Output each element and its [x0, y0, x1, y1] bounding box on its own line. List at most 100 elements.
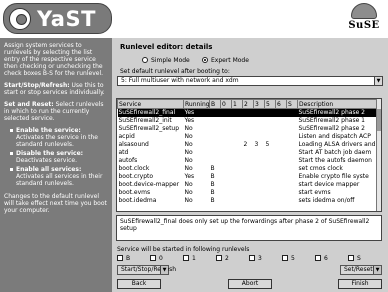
column-header[interactable]: 0	[220, 99, 232, 109]
table-row[interactable]: SuSEfirewall2_init Yes SuSEfirewall2 phase…	[118, 117, 380, 125]
dialog-title: Runlevel editor: details	[120, 43, 213, 51]
table-cell: SuSEfirewall2_init	[118, 117, 172, 124]
table-cell	[254, 125, 265, 133]
expert-mode-radio-button[interactable]	[202, 57, 208, 63]
table-cell	[276, 181, 287, 189]
table-row[interactable]: acpid No Listen and dispatch ACP	[118, 133, 380, 141]
table-cell	[242, 108, 254, 117]
table-cell	[265, 197, 276, 205]
help-list-item: Disable the service: Deactivates service.	[10, 150, 109, 164]
default-runlevel-select[interactable]: 5: Full multiuser with network and xdm ▼	[117, 76, 383, 86]
column-header[interactable]: 3	[253, 99, 265, 109]
table-cell	[287, 189, 298, 197]
table-cell	[220, 108, 232, 117]
table-cell	[243, 149, 254, 157]
checkbox-label: 1	[192, 254, 196, 262]
chevron-down-icon[interactable]: ▼	[374, 77, 382, 85]
table-row[interactable]: SuSEfirewall2_final Yes SuSEfirewall2 phas…	[117, 108, 380, 117]
table-cell	[287, 141, 298, 149]
column-header[interactable]: 5	[264, 99, 276, 109]
table-row[interactable]: boot.device-mapper No Bstart device mapper	[118, 181, 380, 189]
table-row[interactable]: boot.crypto Yes B Enable crypto file syste	[118, 173, 380, 181]
checkbox[interactable]	[348, 255, 354, 261]
checkbox[interactable]	[117, 255, 123, 261]
table-cell	[243, 197, 254, 205]
table-cell: alsasound	[118, 141, 149, 148]
column-header[interactable]: 2	[242, 99, 254, 109]
table-cell	[265, 181, 276, 189]
column-header[interactable]: 1	[231, 99, 243, 109]
table-cell	[287, 117, 298, 125]
runlevel-checkbox-2[interactable]: 2	[216, 254, 229, 262]
checkbox[interactable]	[282, 255, 288, 261]
checkbox[interactable]	[249, 255, 255, 261]
table-row[interactable]: boot.idedma No Bsets idedma on/off	[118, 197, 380, 205]
simple-mode-radio-button[interactable]	[142, 57, 148, 63]
simple-mode-radio[interactable]: Simple Mode	[142, 56, 190, 64]
table-cell: start device mapper	[298, 181, 360, 188]
table-cell	[275, 108, 287, 117]
expert-mode-radio[interactable]: Expert Mode	[202, 56, 249, 64]
table-row[interactable]: autofs No Start the autofs daemon	[118, 157, 380, 165]
table-cell	[253, 108, 265, 117]
runlevel-checkbox-3[interactable]: 3	[249, 254, 262, 262]
table-scrollbar[interactable]	[376, 99, 381, 211]
table-cell	[276, 117, 287, 125]
table-cell: SuSEfirewall2_final	[117, 108, 184, 117]
checkbox[interactable]	[183, 255, 189, 261]
table-cell: No	[184, 189, 193, 196]
set-reset-menu-button[interactable]: Set/Reset ▼	[340, 265, 382, 275]
banner: YaST SuSE	[0, 0, 388, 38]
column-header[interactable]: Service	[117, 99, 184, 109]
column-header[interactable]: Description	[297, 99, 380, 109]
table-cell	[276, 189, 287, 197]
help-intro: Assign system services to runlevels by s…	[4, 42, 104, 77]
table-cell	[243, 181, 254, 189]
checkbox-label: S	[357, 254, 361, 262]
runlevel-checkbox-6[interactable]: 6	[315, 254, 328, 262]
table-cell	[232, 189, 243, 197]
back-button[interactable]: Back	[117, 279, 161, 289]
table-row[interactable]: atd No Start AT batch job daem	[118, 149, 380, 157]
help-item-head: Enable the service:	[16, 127, 81, 134]
table-row[interactable]: boot.clock No Bset cmos clock	[118, 165, 380, 173]
table-row[interactable]: SuSEfirewall2_setup No SuSEfirewall2 phase…	[118, 125, 380, 133]
help-start-stop: Start/Stop/Refresh: Use this to start or…	[4, 82, 109, 96]
runlevel-checkbox-1[interactable]: 1	[183, 254, 196, 262]
checkbox[interactable]	[315, 255, 321, 261]
table-cell	[221, 117, 232, 125]
table-cell: sets idedma on/off	[298, 197, 355, 204]
scrollbar-thumb[interactable]	[377, 109, 381, 131]
table-cell: No	[184, 197, 193, 204]
table-cell	[232, 117, 243, 125]
table-cell	[254, 149, 265, 157]
abort-button[interactable]: Abort	[228, 279, 272, 289]
checkbox[interactable]	[216, 255, 222, 261]
table-cell: B	[210, 197, 215, 204]
table-cell: boot.idedma	[118, 197, 157, 204]
chevron-down-icon[interactable]: ▼	[373, 266, 381, 274]
finish-button[interactable]: Finish	[338, 279, 382, 289]
chevron-down-icon[interactable]: ▼	[160, 266, 168, 274]
checkbox[interactable]	[150, 255, 156, 261]
runlevel-checkbox-0[interactable]: 0	[150, 254, 163, 262]
table-cell: Listen and dispatch ACP	[298, 133, 371, 140]
table-cell: Loading ALSA drivers and	[298, 141, 376, 148]
table-row[interactable]: alsasound No 2 3 5 Loading ALSA drivers and	[118, 141, 380, 149]
table-cell	[254, 133, 265, 141]
column-header[interactable]: S	[286, 99, 298, 109]
table-row[interactable]: boot.evms No Bstart evms	[118, 189, 380, 197]
table-cell	[276, 197, 287, 205]
table-cell	[221, 141, 232, 149]
simple-mode-label: Simple Mode	[151, 56, 190, 64]
start-stop-menu-button[interactable]: Start/Stop/Refresh ▼	[117, 265, 176, 275]
services-table[interactable]: Service Running B 0 1 2 3 5 6 S Descript…	[116, 98, 382, 212]
table-cell: boot.crypto	[118, 173, 154, 180]
column-header[interactable]: Running	[183, 99, 210, 109]
runlevel-checkbox-5[interactable]: 5	[282, 254, 295, 262]
column-header[interactable]: B	[209, 99, 221, 109]
runlevel-checkbox-b[interactable]: B	[117, 254, 130, 262]
column-header[interactable]: 6	[275, 99, 287, 109]
table-cell	[221, 197, 232, 205]
runlevel-checkbox-s[interactable]: S	[348, 254, 361, 262]
